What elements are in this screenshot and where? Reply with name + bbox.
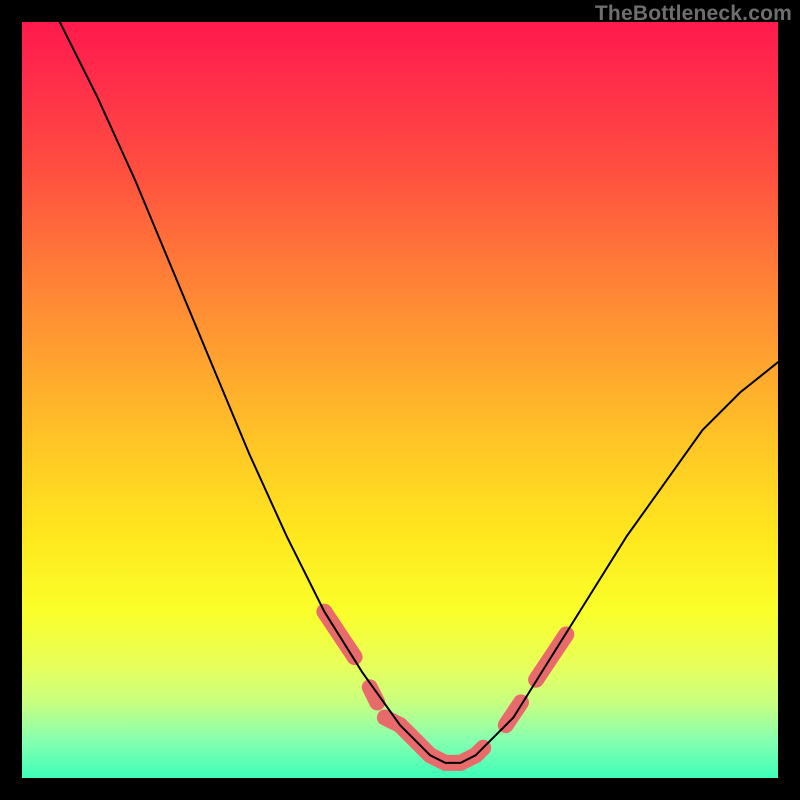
bottleneck-curve (60, 22, 778, 763)
accent-segments (324, 612, 566, 763)
chart-frame: TheBottleneck.com (0, 0, 800, 800)
line-chart (22, 22, 778, 778)
attribution-text: TheBottleneck.com (595, 2, 792, 26)
